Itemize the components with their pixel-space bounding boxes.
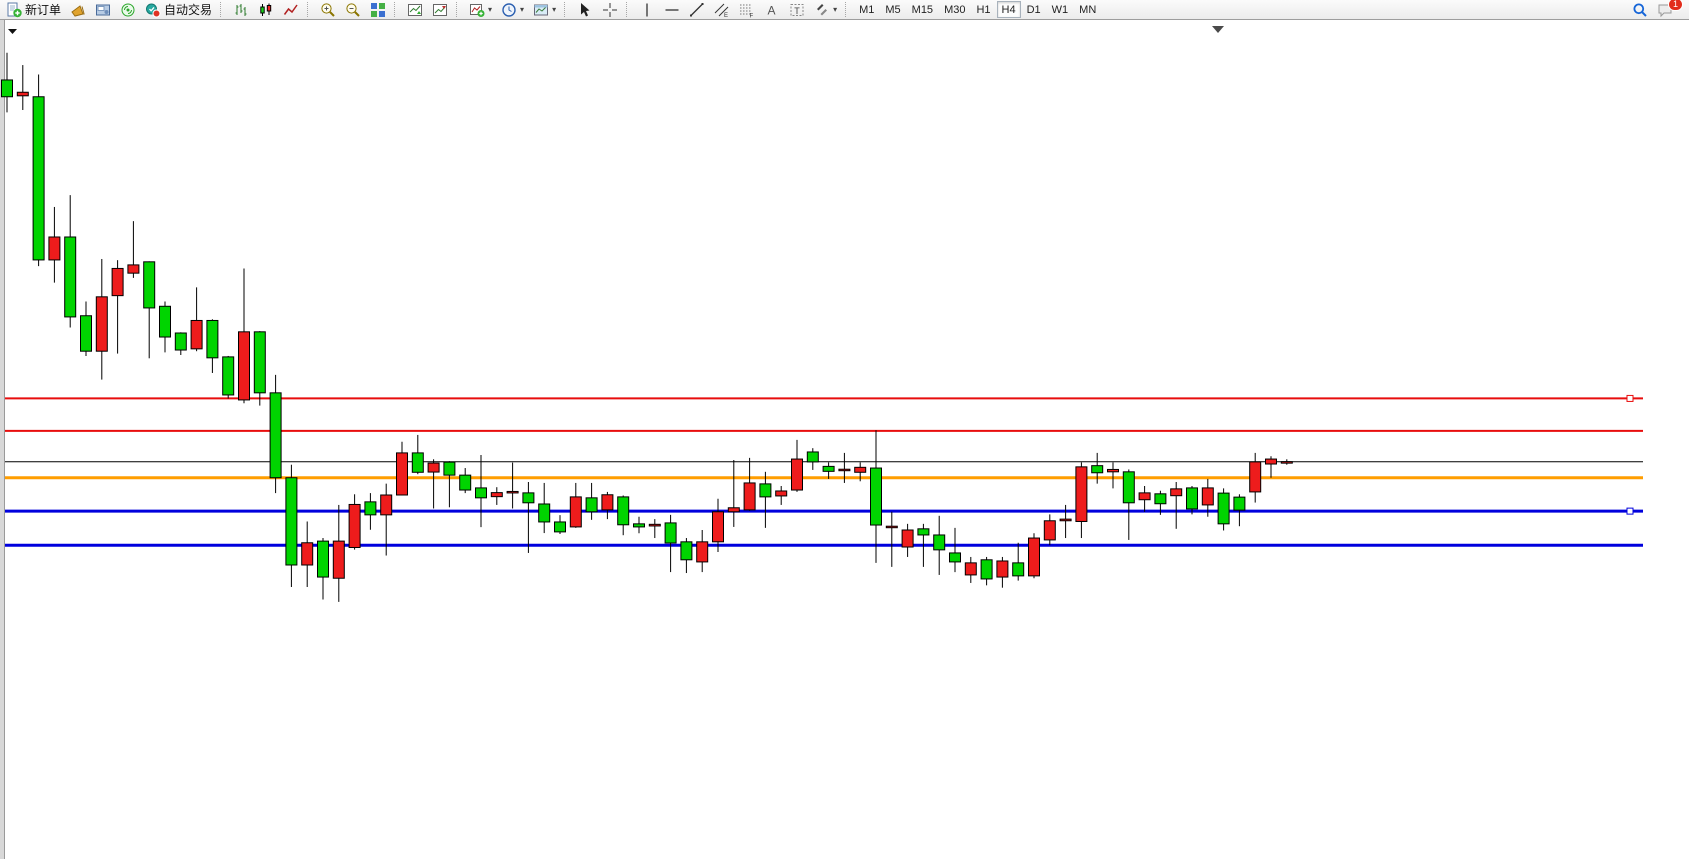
chevron-down-icon: ▾ [833, 2, 837, 18]
crosshair-icon [602, 2, 618, 18]
fibonacci-icon: F [739, 2, 755, 18]
new-chart-window-button[interactable] [403, 1, 427, 19]
autotrading-label: 自动交易 [164, 1, 212, 18]
signals-button[interactable] [116, 1, 140, 19]
mt4-window: 新订单 自动交易 [0, 0, 1689, 859]
bar-chart-button[interactable] [229, 1, 253, 19]
cursor-icon [577, 2, 593, 18]
terminal-button[interactable] [91, 1, 115, 19]
bar-chart-icon [233, 2, 249, 18]
zoom-in-icon [320, 2, 336, 18]
svg-text:E: E [724, 13, 728, 18]
line-chart-button[interactable] [279, 1, 303, 19]
new-order-label: 新订单 [25, 1, 61, 18]
channel-tool-button[interactable]: E [710, 1, 734, 19]
candlestick-icon [258, 2, 274, 18]
signals-icon [120, 2, 136, 18]
cursor-tool-button[interactable] [573, 1, 597, 19]
autotrading-button[interactable]: 自动交易 [141, 1, 216, 19]
crosshair-tool-button[interactable] [598, 1, 622, 19]
indicators-icon [469, 2, 485, 18]
autotrading-icon [145, 2, 161, 18]
tile-windows-button[interactable] [366, 1, 390, 19]
trendline-tool-button[interactable] [685, 1, 709, 19]
chart-canvas[interactable] [0, 20, 1689, 859]
arrows-icon [814, 2, 830, 18]
news-icon [70, 2, 86, 18]
news-button[interactable] [66, 1, 90, 19]
indicator-window-button[interactable] [428, 1, 452, 19]
clock-icon [501, 2, 517, 18]
trendline-icon [689, 2, 705, 18]
vertical-line-tool-button[interactable] [635, 1, 659, 19]
toolbar-separator [307, 2, 312, 17]
chat-button-wrap: 1 [1653, 1, 1677, 19]
line-chart-icon [283, 2, 299, 18]
notification-badge: 1 [1668, 0, 1683, 11]
horizontal-line-icon [664, 2, 680, 18]
toolbar-separator [564, 2, 569, 17]
tab-timeframe-m15[interactable]: M15 [907, 1, 938, 18]
zoom-out-button[interactable] [341, 1, 365, 19]
toolbar-separator [220, 2, 225, 17]
chevron-down-icon: ▾ [520, 2, 524, 18]
main-toolbar: 新订单 自动交易 [0, 0, 1689, 20]
tab-timeframe-h4[interactable]: H4 [997, 1, 1021, 18]
chevron-down-icon: ▾ [552, 2, 556, 18]
text-label-tool-button[interactable]: T [785, 1, 809, 19]
svg-text:A: A [768, 3, 776, 17]
text-tool-button[interactable]: A [760, 1, 784, 19]
tab-timeframe-d1[interactable]: D1 [1022, 1, 1046, 18]
templates-dropdown-button[interactable]: ▾ [529, 1, 560, 19]
toolbar-separator [626, 2, 631, 17]
tab-timeframe-m30[interactable]: M30 [939, 1, 970, 18]
tab-timeframe-h1[interactable]: H1 [971, 1, 995, 18]
svg-text:T: T [794, 5, 800, 15]
toolbar-separator [845, 2, 850, 17]
search-icon [1632, 2, 1648, 18]
shapes-dropdown-button[interactable]: ▾ [810, 1, 841, 19]
toolbar-separator [456, 2, 461, 17]
zoom-out-icon [345, 2, 361, 18]
tab-timeframe-w1[interactable]: W1 [1047, 1, 1074, 18]
horizontal-line-tool-button[interactable] [660, 1, 684, 19]
terminal-icon [95, 2, 111, 18]
new-order-icon [6, 2, 22, 18]
indicator-window-icon [432, 2, 448, 18]
fibonacci-tool-button[interactable]: F [735, 1, 759, 19]
search-button[interactable] [1628, 1, 1652, 19]
text-label-icon: T [789, 2, 805, 18]
tab-timeframe-m5[interactable]: M5 [880, 1, 905, 18]
svg-text:F: F [750, 13, 754, 18]
tab-timeframe-m1[interactable]: M1 [854, 1, 879, 18]
tab-timeframe-mn[interactable]: MN [1074, 1, 1101, 18]
new-order-button[interactable]: 新订单 [2, 1, 65, 19]
periods-dropdown-button[interactable]: ▾ [497, 1, 528, 19]
line-handle[interactable] [1627, 395, 1633, 401]
tile-windows-icon [370, 2, 386, 18]
chart-area [0, 20, 1689, 859]
template-icon [533, 2, 549, 18]
equidistant-channel-icon: E [714, 2, 730, 18]
chevron-down-icon: ▾ [488, 2, 492, 18]
indicators-dropdown-button[interactable]: ▾ [465, 1, 496, 19]
chart-window-icon [407, 2, 423, 18]
candlestick-button[interactable] [254, 1, 278, 19]
vertical-line-icon [639, 2, 655, 18]
toolbar-separator [394, 2, 399, 17]
zoom-in-button[interactable] [316, 1, 340, 19]
line-handle[interactable] [1627, 508, 1633, 514]
text-icon: A [764, 2, 780, 18]
